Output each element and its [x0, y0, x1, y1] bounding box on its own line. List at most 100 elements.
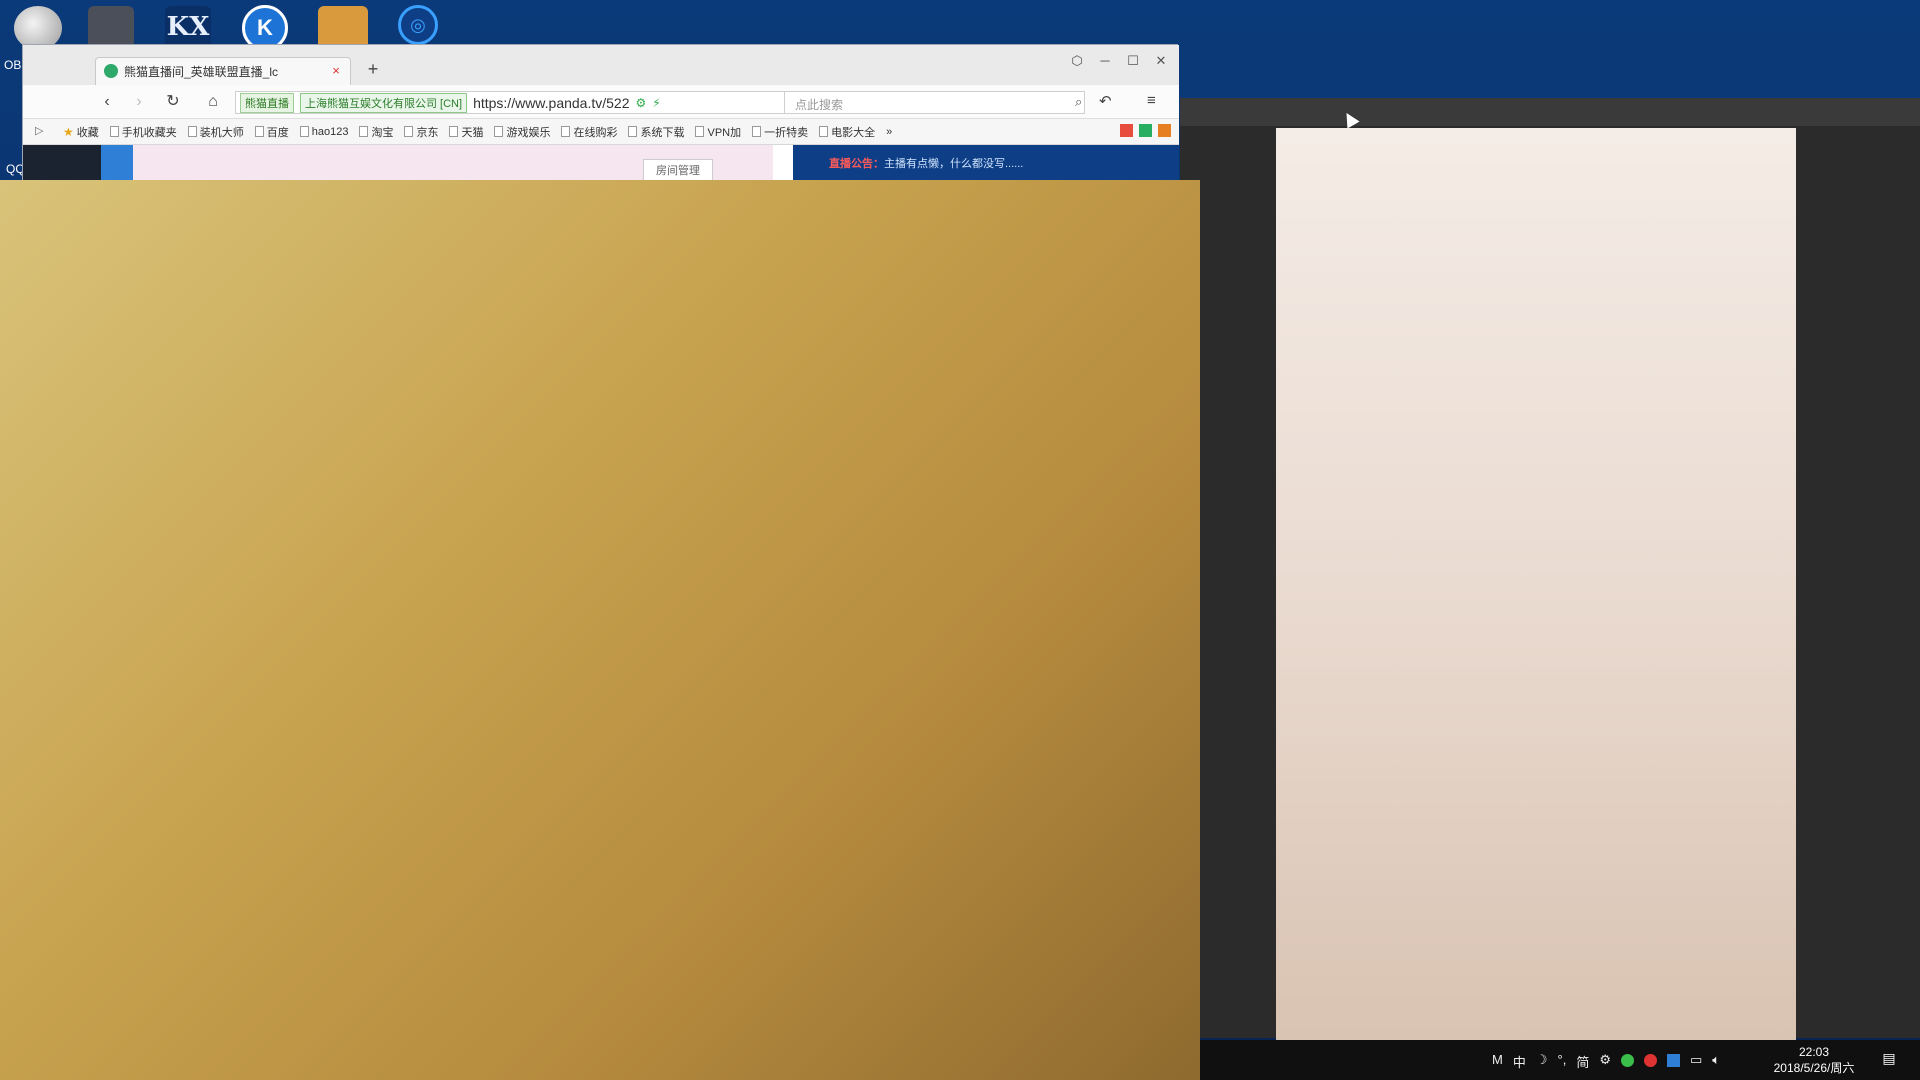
bookmark-label: 手机收藏夹: [121, 126, 177, 139]
bookmark-item[interactable]: 装机大师: [187, 124, 244, 140]
bookmarks-overflow-icon[interactable]: »: [886, 126, 892, 138]
bookmark-item[interactable]: VPN加: [695, 124, 741, 140]
bookmark-label: 在线购彩: [573, 126, 618, 139]
bookmark-label: hao123: [311, 125, 349, 138]
bookmark-icon: [187, 126, 197, 137]
url-text[interactable]: https://www.panda.tv/522: [473, 95, 629, 111]
bookmark-item[interactable]: 手机收藏夹: [109, 124, 177, 140]
tab-title: 熊猫直播间_英雄联盟直播_lc: [124, 65, 279, 79]
sidebar-toggle-icon[interactable]: ▷: [35, 124, 43, 137]
bookmark-item[interactable]: 在线购彩: [561, 124, 617, 140]
new-tab-button[interactable]: +: [361, 57, 385, 81]
clock-date: 2018/5/26/周六: [1773, 1061, 1855, 1075]
tray-red-icon[interactable]: [1644, 1054, 1657, 1067]
bookmark-label: 收藏: [76, 126, 99, 139]
app-grid-icon[interactable]: [1120, 124, 1133, 137]
action-center-icon[interactable]: ▤: [1878, 1050, 1900, 1070]
site-badge[interactable]: 熊猫直播: [240, 92, 294, 113]
bookmark-icon: [819, 126, 829, 137]
bookmark-item[interactable]: 电影大全: [819, 124, 875, 140]
tray-item[interactable]: M: [1492, 1052, 1503, 1071]
browser-titlebar: 熊猫直播间_英雄联盟直播_lc × + ⬡ ─ ☐ ✕: [23, 45, 1179, 85]
notice-text: 主播有点懒，什么都没写......: [884, 158, 1024, 170]
bookmark-label: 天猫: [461, 126, 484, 139]
notice-label: 直播公告：: [829, 158, 884, 170]
close-icon[interactable]: ✕: [1149, 51, 1173, 71]
tv-icon[interactable]: [1158, 124, 1171, 137]
webcam-feed-main: [0, 180, 1200, 1080]
forward-icon[interactable]: ›: [127, 91, 151, 113]
app-icon-6[interactable]: ◎: [398, 5, 438, 45]
tray-item[interactable]: ☽: [1536, 1052, 1548, 1071]
bookmark-label: 系统下载: [640, 126, 685, 139]
bookmark-label: 游戏娱乐: [506, 126, 551, 139]
bookmark-label: 淘宝: [371, 126, 394, 139]
page-content: 房间管理 直播公告：主播有点懒，什么都没写......: [23, 145, 1179, 181]
bookmark-icon: [695, 126, 705, 137]
bookmark-item[interactable]: 天猫: [449, 124, 483, 140]
tab-close-icon[interactable]: ×: [328, 63, 344, 79]
bookmarks-tools: [1120, 124, 1171, 137]
volume-icon[interactable]: 🔈︎: [1712, 1052, 1720, 1071]
home-icon[interactable]: ⌂: [201, 91, 225, 113]
bookmark-label: 电影大全: [831, 126, 876, 139]
tray-green-icon[interactable]: [1621, 1054, 1634, 1067]
clock-time: 22:03: [1798, 1045, 1830, 1059]
bookmark-icon: [628, 126, 638, 137]
bookmark-icon: [752, 126, 762, 137]
menu-icon[interactable]: ≡: [1147, 92, 1156, 109]
bookmark-item[interactable]: 系统下载: [628, 124, 684, 140]
bookmark-label: 百度: [266, 126, 289, 139]
room-manage-button[interactable]: 房间管理: [643, 159, 713, 181]
bookmark-item[interactable]: 京东: [404, 124, 438, 140]
tray-blue-icon[interactable]: [1667, 1054, 1680, 1067]
bookmark-icon: [404, 126, 414, 137]
undo-icon[interactable]: ↶: [1099, 92, 1112, 110]
bookmark-icon: [254, 126, 264, 137]
bookmark-item[interactable]: hao123: [299, 125, 349, 138]
bookmark-favorites[interactable]: ★ 收藏: [63, 124, 99, 140]
bookmark-label: 京东: [416, 126, 439, 139]
bookmark-icon: [359, 126, 369, 137]
bookmark-item[interactable]: 游戏娱乐: [494, 124, 550, 140]
bookmark-icon: [299, 126, 309, 137]
app-icon-2[interactable]: [88, 6, 134, 48]
bookmark-label: 装机大师: [199, 126, 244, 139]
bookmark-item[interactable]: 百度: [254, 124, 289, 140]
kx-icon[interactable]: KX: [165, 6, 211, 48]
tray-item[interactable]: 简: [1576, 1052, 1589, 1071]
compat-mode-icon[interactable]: ⚙: [636, 96, 647, 110]
clock[interactable]: 22:03 2018/5/26/周六: [1764, 1044, 1864, 1076]
bookmark-item[interactable]: 淘宝: [359, 124, 393, 140]
star-icon: ★: [63, 124, 74, 139]
bookmark-label: VPN加: [707, 126, 742, 139]
bookmark-item[interactable]: 一折特卖: [752, 124, 808, 140]
reload-icon[interactable]: ↻: [161, 91, 185, 113]
system-tray: M 中 ☽ °, 简 ⚙ ▭ 🔈︎: [1492, 1052, 1720, 1071]
tray-item[interactable]: ⚙: [1599, 1052, 1611, 1071]
bookmark-label: 一折特卖: [764, 126, 809, 139]
page-sidebar: [23, 145, 101, 181]
side-window-header: [1180, 98, 1920, 126]
skin-icon[interactable]: ⬡: [1065, 51, 1089, 71]
network-icon[interactable]: ▭: [1690, 1052, 1702, 1071]
bookmark-icon: [109, 126, 119, 137]
tray-item[interactable]: °,: [1558, 1052, 1567, 1071]
browser-tab[interactable]: 熊猫直播间_英雄联盟直播_lc ×: [95, 57, 351, 85]
back-icon[interactable]: ‹: [95, 91, 119, 113]
minimize-icon[interactable]: ─: [1093, 51, 1117, 71]
live-notice: 直播公告：主播有点懒，什么都没写......: [793, 145, 1179, 181]
reader-icon[interactable]: [1139, 124, 1152, 137]
search-input[interactable]: 点此搜索: [785, 91, 1085, 114]
panda-favicon-icon: [104, 64, 118, 78]
webcam-feed-side: [1276, 128, 1796, 1040]
tray-item[interactable]: 中: [1513, 1052, 1526, 1071]
maximize-icon[interactable]: ☐: [1121, 51, 1145, 71]
page-sidebar-accent: [101, 145, 133, 181]
address-bar[interactable]: 熊猫直播 上海熊猫互娱文化有限公司 [CN] https://www.panda…: [235, 91, 785, 114]
speed-mode-icon[interactable]: ⚡: [652, 96, 660, 110]
cert-badge[interactable]: 上海熊猫互娱文化有限公司 [CN]: [300, 92, 468, 113]
bookmark-icon: [449, 126, 459, 137]
bookmark-icon: [494, 126, 504, 137]
search-icon[interactable]: ⌕: [1075, 94, 1173, 110]
